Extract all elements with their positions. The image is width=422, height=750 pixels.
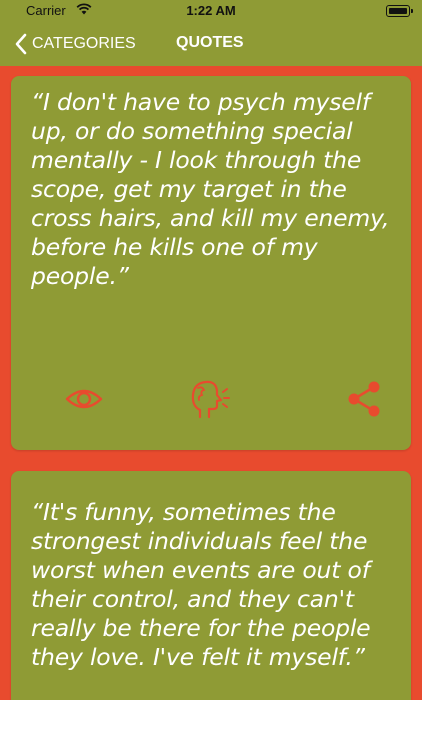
page-title: QUOTES [176,34,244,51]
back-button[interactable]: CATEGORIES [12,32,136,56]
navigation-bar: Carrier 1:22 AM CATEGORIES QUOTES [0,0,422,66]
back-button-label: CATEGORIES [32,35,136,52]
share-button[interactable] [339,376,389,422]
quote-text: “I don't have to psych myself up, or do … [31,88,390,290]
status-time: 1:22 AM [186,3,236,18]
app-screen: Carrier 1:22 AM CATEGORIES QUOTES “I don… [0,0,422,700]
battery-icon [386,5,413,17]
share-icon [348,381,380,417]
status-bar: Carrier 1:22 AM [0,0,422,22]
speak-button[interactable] [183,376,233,422]
speak-icon [191,380,230,419]
eye-icon [65,389,103,409]
quote-card: “It's funny, sometimes the strongest ind… [11,471,411,700]
view-button[interactable] [59,376,109,422]
quote-card: “I don't have to psych myself up, or do … [11,76,411,450]
quote-text: “It's funny, sometimes the strongest ind… [31,498,371,671]
chevron-left-icon [15,33,27,55]
